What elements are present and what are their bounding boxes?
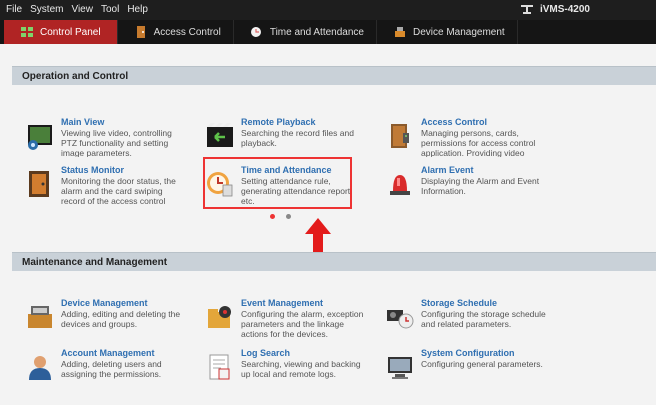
menu-system[interactable]: System bbox=[30, 4, 63, 15]
account-management-icon bbox=[29, 356, 51, 380]
alarm-event-icon bbox=[390, 175, 410, 195]
app-name: iVMS-4200 bbox=[539, 3, 590, 15]
item-title: Alarm Event bbox=[421, 165, 474, 175]
item-account-management[interactable]: Account Management Adding, deleting user… bbox=[25, 348, 185, 388]
item-description: Monitoring the door status, the alarm an… bbox=[61, 176, 176, 205]
item-main-view[interactable]: Main View Viewing live video, controllin… bbox=[25, 117, 185, 157]
item-alarm-event[interactable]: Alarm Event Displaying the Alarm and Eve… bbox=[385, 165, 545, 205]
time-and-attendance-highlight-box bbox=[203, 157, 352, 209]
item-title: Access Control bbox=[421, 117, 488, 127]
section-title: Maintenance and Management bbox=[22, 256, 168, 268]
item-title: Status Monitor bbox=[61, 165, 124, 175]
section-operation-and-control: Operation and Control bbox=[12, 66, 656, 85]
item-description: Managing persons, cards, permissions for… bbox=[421, 128, 536, 157]
item-log-search[interactable]: Log Search Searching, viewing and backin… bbox=[205, 348, 365, 388]
tab-device-management[interactable]: Device Management bbox=[377, 20, 518, 44]
item-description: Displaying the Alarm and Event Informati… bbox=[421, 176, 540, 196]
item-storage-schedule[interactable]: Storage Schedule Configuring the storage… bbox=[385, 298, 546, 338]
module-tabs: Control Panel Access Control Time and At… bbox=[0, 20, 656, 44]
tab-label: Time and Attendance bbox=[269, 26, 364, 38]
menu-bar: File System View Tool Help iVMS-4200 bbox=[0, 0, 656, 20]
menu-help[interactable]: Help bbox=[127, 4, 148, 15]
section-title: Operation and Control bbox=[22, 70, 129, 82]
item-description: Configuring the alarm, exception paramet… bbox=[241, 309, 364, 338]
item-title: Device Management bbox=[61, 298, 148, 308]
main-view-icon bbox=[28, 125, 52, 150]
item-system-configuration[interactable]: System Configuration Configuring general… bbox=[385, 348, 545, 388]
tab-label: Control Panel bbox=[40, 26, 101, 38]
item-title: Main View bbox=[61, 117, 105, 127]
log-search-icon bbox=[209, 354, 230, 380]
item-status-monitor[interactable]: Status Monitor Monitoring the door statu… bbox=[25, 165, 185, 205]
pagination-dot-active[interactable] bbox=[270, 214, 275, 219]
device-management-icon bbox=[394, 27, 405, 37]
app-brand: iVMS-4200 bbox=[520, 3, 590, 15]
tab-label: Access Control bbox=[153, 26, 221, 38]
time-attendance-icon bbox=[250, 27, 261, 37]
item-title: System Configuration bbox=[421, 348, 515, 358]
item-title: Remote Playback bbox=[241, 117, 316, 127]
item-title: Event Management bbox=[241, 298, 324, 308]
section-maintenance-and-management: Maintenance and Management bbox=[12, 252, 656, 271]
tab-time-and-attendance[interactable]: Time and Attendance bbox=[234, 20, 377, 44]
menu-view[interactable]: View bbox=[71, 4, 93, 15]
storage-schedule-icon bbox=[387, 310, 414, 329]
status-monitor-icon bbox=[29, 171, 49, 197]
item-title: Account Management bbox=[61, 348, 155, 358]
item-event-management[interactable]: Event Management Configuring the alarm, … bbox=[205, 298, 365, 338]
tab-control-panel[interactable]: Control Panel bbox=[4, 20, 118, 44]
item-description: Viewing live video, controlling PTZ func… bbox=[61, 128, 172, 157]
remote-playback-icon bbox=[207, 123, 233, 147]
access-control-icon bbox=[136, 26, 145, 38]
item-description: Adding, editing and deleting the devices… bbox=[61, 309, 181, 329]
item-device-management[interactable]: Device Management Adding, editing and de… bbox=[25, 298, 185, 338]
menu-file[interactable]: File bbox=[6, 4, 22, 15]
item-access-control[interactable]: Access Control Managing persons, cards, … bbox=[385, 117, 545, 157]
menu-tool[interactable]: Tool bbox=[101, 4, 119, 15]
item-title: Storage Schedule bbox=[421, 298, 498, 308]
item-description: Configuring general parameters. bbox=[421, 359, 543, 369]
tab-access-control[interactable]: Access Control bbox=[118, 20, 234, 44]
pagination-dot[interactable] bbox=[286, 214, 291, 219]
access-control-icon bbox=[391, 124, 409, 148]
item-description: Searching, viewing and backing up local … bbox=[241, 359, 361, 379]
control-panel-icon bbox=[21, 27, 33, 37]
item-description: Configuring the storage schedule and rel… bbox=[421, 309, 546, 329]
item-description: Adding, deleting users and assigning the… bbox=[61, 359, 162, 379]
event-management-icon bbox=[208, 306, 231, 328]
app-logo-icon bbox=[520, 5, 533, 14]
device-management-icon bbox=[28, 306, 52, 328]
tab-label: Device Management bbox=[412, 26, 505, 38]
red-arrow-up-icon bbox=[305, 218, 331, 254]
item-description: Searching the record files and playback. bbox=[241, 128, 354, 148]
item-title: Log Search bbox=[241, 348, 291, 358]
system-configuration-icon bbox=[388, 357, 412, 379]
item-remote-playback[interactable]: Remote Playback Searching the record fil… bbox=[205, 117, 365, 157]
